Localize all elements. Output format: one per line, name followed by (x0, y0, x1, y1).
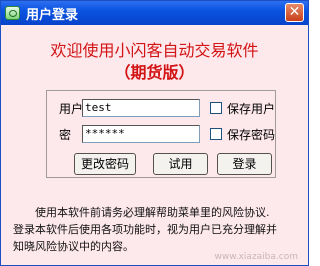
risk-notice: 使用本软件前请务必理解帮助菜单里的风险协议. 登录本软件后使用各项功能时，视为用… (13, 204, 301, 255)
change-password-button[interactable]: 更改密码 (74, 153, 136, 175)
app-icon (5, 6, 20, 20)
trial-button[interactable]: 试用 (153, 153, 208, 175)
notice-line-2: 登录本软件后使用各项功能时，视为用户已充分理解并 (13, 223, 277, 236)
window-title: 用户登录 (26, 8, 79, 23)
login-button[interactable]: 登录 (217, 153, 272, 175)
remember-password-label[interactable]: 保存密码 (227, 126, 275, 143)
remember-password-checkbox[interactable] (210, 128, 222, 140)
password-input[interactable]: ****** (82, 125, 200, 143)
remember-user-label[interactable]: 保存用户 (227, 100, 275, 117)
close-button[interactable]: ✕ (285, 3, 304, 22)
edition-headline: （期货版） (114, 63, 195, 82)
watermark: www.xiazaiba.com (214, 252, 298, 262)
close-icon: ✕ (288, 4, 301, 20)
welcome-headline: 欢迎使用小闪客自动交易软件 (50, 41, 259, 60)
remember-user-checkbox[interactable] (210, 102, 222, 114)
title-bar[interactable]: 用户登录 ✕ (1, 1, 308, 25)
username-input[interactable]: test (82, 99, 200, 117)
login-window: 用户登录 ✕ 欢迎使用小闪客自动交易软件 （期货版） 用户名： test 保存用… (0, 0, 309, 266)
notice-line-1: 使用本软件前请务必理解帮助菜单里的风险协议. (35, 206, 270, 219)
